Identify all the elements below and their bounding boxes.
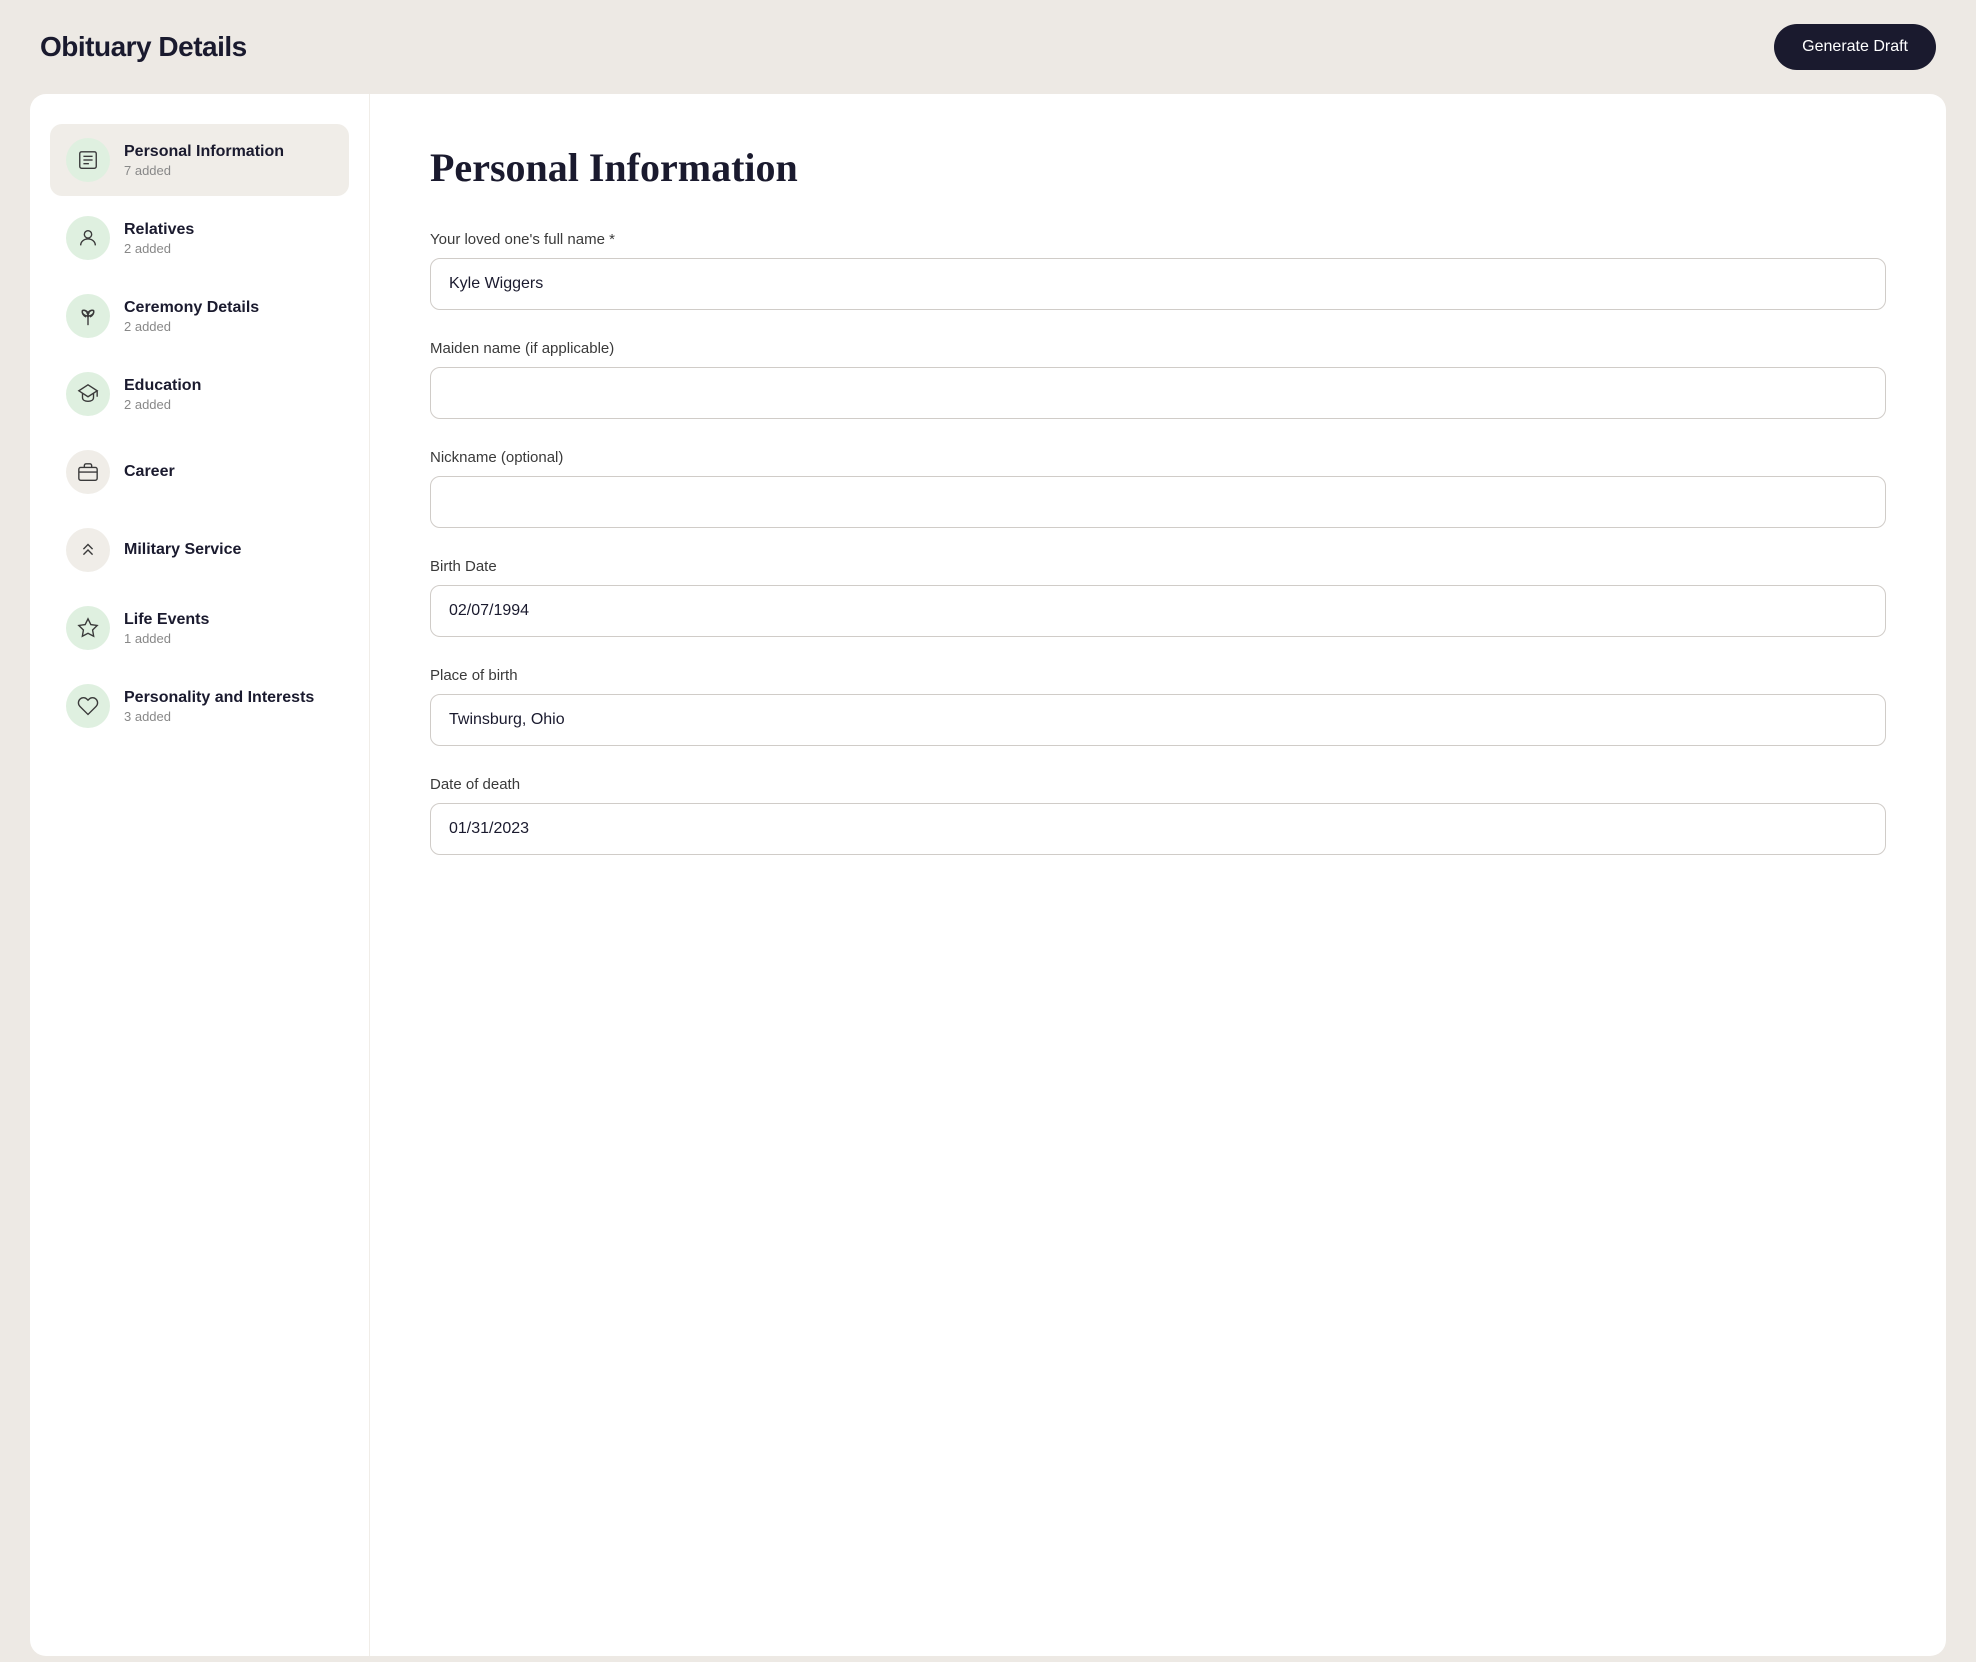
generate-draft-button[interactable]: Generate Draft (1774, 24, 1936, 70)
date-of-death-label: Date of death (430, 776, 1886, 793)
place-of-birth-label: Place of birth (430, 667, 1886, 684)
sidebar-item-text: Personality and Interests 3 added (124, 689, 314, 724)
nickname-input[interactable] (430, 476, 1886, 528)
full-name-label: Your loved one's full name * (430, 231, 1886, 248)
sidebar-item-personal-information[interactable]: Personal Information 7 added (50, 124, 349, 196)
sidebar-item-sublabel: 2 added (124, 319, 259, 334)
main-container: Personal Information 7 added Relatives 2… (30, 94, 1946, 1656)
sidebar-item-label: Education (124, 377, 201, 395)
nickname-label: Nickname (optional) (430, 449, 1886, 466)
form-group-place-of-birth: Place of birth (430, 667, 1886, 746)
sidebar-item-military-service[interactable]: Military Service (50, 514, 349, 586)
sidebar-item-life-events[interactable]: Life Events 1 added (50, 592, 349, 664)
sidebar-item-label: Ceremony Details (124, 299, 259, 317)
chevrons-icon (66, 528, 110, 572)
flower-icon (66, 294, 110, 338)
heart-icon (66, 684, 110, 728)
page-title: Obituary Details (40, 31, 247, 63)
birth-date-label: Birth Date (430, 558, 1886, 575)
sidebar-item-sublabel: 2 added (124, 241, 194, 256)
sidebar-item-label: Personal Information (124, 143, 284, 161)
place-of-birth-input[interactable] (430, 694, 1886, 746)
briefcase-icon (66, 450, 110, 494)
sidebar-item-sublabel: 7 added (124, 163, 284, 178)
sidebar-item-label: Life Events (124, 611, 209, 629)
form-group-full-name: Your loved one's full name * (430, 231, 1886, 310)
sidebar-item-text: Education 2 added (124, 377, 201, 412)
sidebar-item-text: Career (124, 463, 175, 481)
form-icon (66, 138, 110, 182)
content-area: Personal Information Your loved one's fu… (370, 94, 1946, 1656)
full-name-input[interactable] (430, 258, 1886, 310)
sidebar-item-sublabel: 3 added (124, 709, 314, 724)
maiden-name-label: Maiden name (if applicable) (430, 340, 1886, 357)
sidebar-item-sublabel: 1 added (124, 631, 209, 646)
form-group-birth-date: Birth Date (430, 558, 1886, 637)
sidebar-item-text: Life Events 1 added (124, 611, 209, 646)
sidebar-item-text: Military Service (124, 541, 241, 559)
form-title: Personal Information (430, 144, 1886, 191)
maiden-name-input[interactable] (430, 367, 1886, 419)
sidebar-item-label: Personality and Interests (124, 689, 314, 707)
sidebar-item-text: Personal Information 7 added (124, 143, 284, 178)
star-icon (66, 606, 110, 650)
top-bar: Obituary Details Generate Draft (0, 0, 1976, 94)
sidebar-item-sublabel: 2 added (124, 397, 201, 412)
sidebar-item-text: Ceremony Details 2 added (124, 299, 259, 334)
date-of-death-input[interactable] (430, 803, 1886, 855)
sidebar-item-label: Military Service (124, 541, 241, 559)
sidebar-item-personality-and-interests[interactable]: Personality and Interests 3 added (50, 670, 349, 742)
sidebar-item-ceremony-details[interactable]: Ceremony Details 2 added (50, 280, 349, 352)
birth-date-input[interactable] (430, 585, 1886, 637)
sidebar-item-relatives[interactable]: Relatives 2 added (50, 202, 349, 274)
form-group-nickname: Nickname (optional) (430, 449, 1886, 528)
sidebar-item-text: Relatives 2 added (124, 221, 194, 256)
sidebar-item-career[interactable]: Career (50, 436, 349, 508)
form-group-date-of-death: Date of death (430, 776, 1886, 855)
sidebar-item-education[interactable]: Education 2 added (50, 358, 349, 430)
person-icon (66, 216, 110, 260)
sidebar-item-label: Relatives (124, 221, 194, 239)
form-group-maiden-name: Maiden name (if applicable) (430, 340, 1886, 419)
sidebar: Personal Information 7 added Relatives 2… (30, 94, 370, 1656)
graduation-icon (66, 372, 110, 416)
sidebar-item-label: Career (124, 463, 175, 481)
